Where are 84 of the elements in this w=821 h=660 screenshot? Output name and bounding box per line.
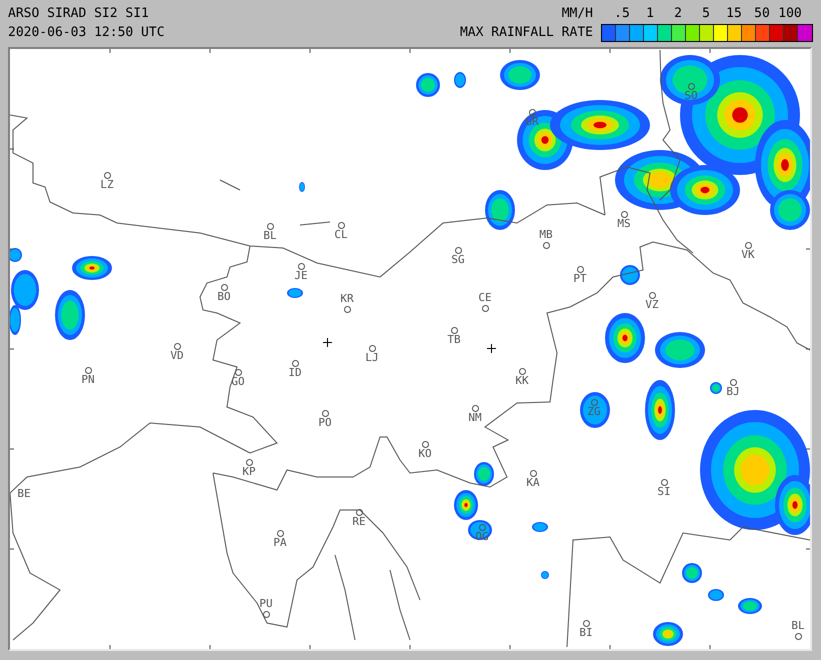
radar-title: ARSO SIRAD SI2 SI1: [8, 5, 150, 23]
town-marker-icon: [84, 366, 92, 374]
place-label: GR: [525, 116, 539, 128]
town-marker-icon: [590, 398, 598, 406]
place-label: LZ: [100, 179, 114, 191]
town-marker-icon: [246, 458, 252, 466]
legend-title: MAX RAINFALL RATE: [460, 24, 593, 42]
town-marker-icon: [478, 524, 486, 530]
town-marker-icon: [322, 410, 328, 416]
town-marker-icon: [528, 108, 536, 116]
place-label: BL: [263, 230, 277, 242]
town-marker-icon: [450, 326, 458, 334]
town-marker-icon: [422, 440, 428, 448]
place-label: MS: [617, 218, 631, 230]
scale-tick-label: 2: [674, 5, 682, 23]
place-label: SG: [451, 254, 465, 266]
town-marker-icon: [266, 222, 274, 230]
place-label: CE: [478, 292, 492, 304]
place-label: PT: [573, 273, 587, 285]
place-label: TB: [447, 334, 461, 346]
place-label: BJ: [726, 386, 740, 398]
place-label: PA: [273, 537, 287, 549]
place-label: VD: [170, 350, 184, 362]
town-marker-icon: [276, 530, 284, 536]
place-label: BE: [17, 488, 31, 500]
place-label: PU: [259, 598, 273, 610]
scale-tick-label: 15: [726, 5, 742, 23]
town-marker-icon: [730, 378, 736, 386]
town-marker-icon: [688, 82, 694, 90]
town-marker-icon: [648, 292, 656, 298]
town-marker-icon: [234, 368, 242, 376]
unit-label: MM/H: [562, 5, 593, 23]
place-label: NM: [468, 412, 482, 424]
place-label: ZG: [587, 406, 601, 418]
town-marker-icon: [542, 242, 550, 248]
cross-marker-icon: [323, 338, 332, 347]
town-marker-icon: [744, 242, 752, 248]
place-label: VZ: [645, 299, 659, 311]
town-marker-icon: [530, 470, 536, 476]
scale-tick-label: 1: [646, 5, 654, 23]
town-marker-icon: [794, 632, 802, 640]
town-marker-icon: [518, 368, 526, 374]
town-marker-icon: [338, 222, 344, 228]
place-label: OG: [475, 531, 489, 543]
town-marker-icon: [482, 304, 488, 312]
place-label: LJ: [365, 352, 379, 364]
town-marker-icon: [298, 262, 304, 270]
town-marker-icon: [582, 620, 590, 626]
place-label: JE: [294, 270, 308, 282]
scale-tick-label: .5: [614, 5, 630, 23]
place-label: PO: [318, 417, 332, 429]
town-marker-icon: [472, 404, 478, 412]
scale-tick-label: 100: [778, 5, 802, 23]
town-marker-icon: [220, 284, 228, 290]
town-marker-icon: [356, 508, 362, 516]
town-marker-icon: [576, 266, 584, 272]
town-marker-icon: [454, 246, 462, 254]
place-label: BL: [791, 620, 805, 632]
place-label: VK: [741, 249, 755, 261]
place-label: BI: [579, 627, 593, 639]
place-label: BO: [217, 291, 231, 303]
town-marker-icon: [174, 342, 180, 350]
town-marker-icon: [292, 360, 298, 366]
town-marker-icon: [344, 306, 350, 312]
scale-tick-label: 5: [702, 5, 710, 23]
place-label: KP: [242, 466, 256, 478]
place-label: CL: [334, 229, 348, 241]
town-marker-icon: [620, 210, 628, 218]
place-label: KR: [340, 293, 354, 305]
timestamp: 2020-06-03 12:50 UTC: [8, 24, 165, 42]
place-label: SI: [657, 486, 671, 498]
cross-marker-icon: [487, 344, 496, 353]
place-label: PN: [81, 374, 95, 386]
town-marker-icon: [262, 610, 270, 618]
place-label: MB: [539, 229, 553, 241]
scale-tick-label: 50: [754, 5, 770, 23]
place-label: KA: [526, 477, 540, 489]
place-label: KK: [515, 375, 529, 387]
town-marker-icon: [368, 344, 376, 352]
town-marker-icon: [660, 478, 668, 486]
town-marker-icon: [104, 172, 110, 178]
place-label: RE: [352, 516, 366, 528]
place-label: KO: [418, 448, 432, 460]
place-label: ID: [288, 367, 302, 379]
